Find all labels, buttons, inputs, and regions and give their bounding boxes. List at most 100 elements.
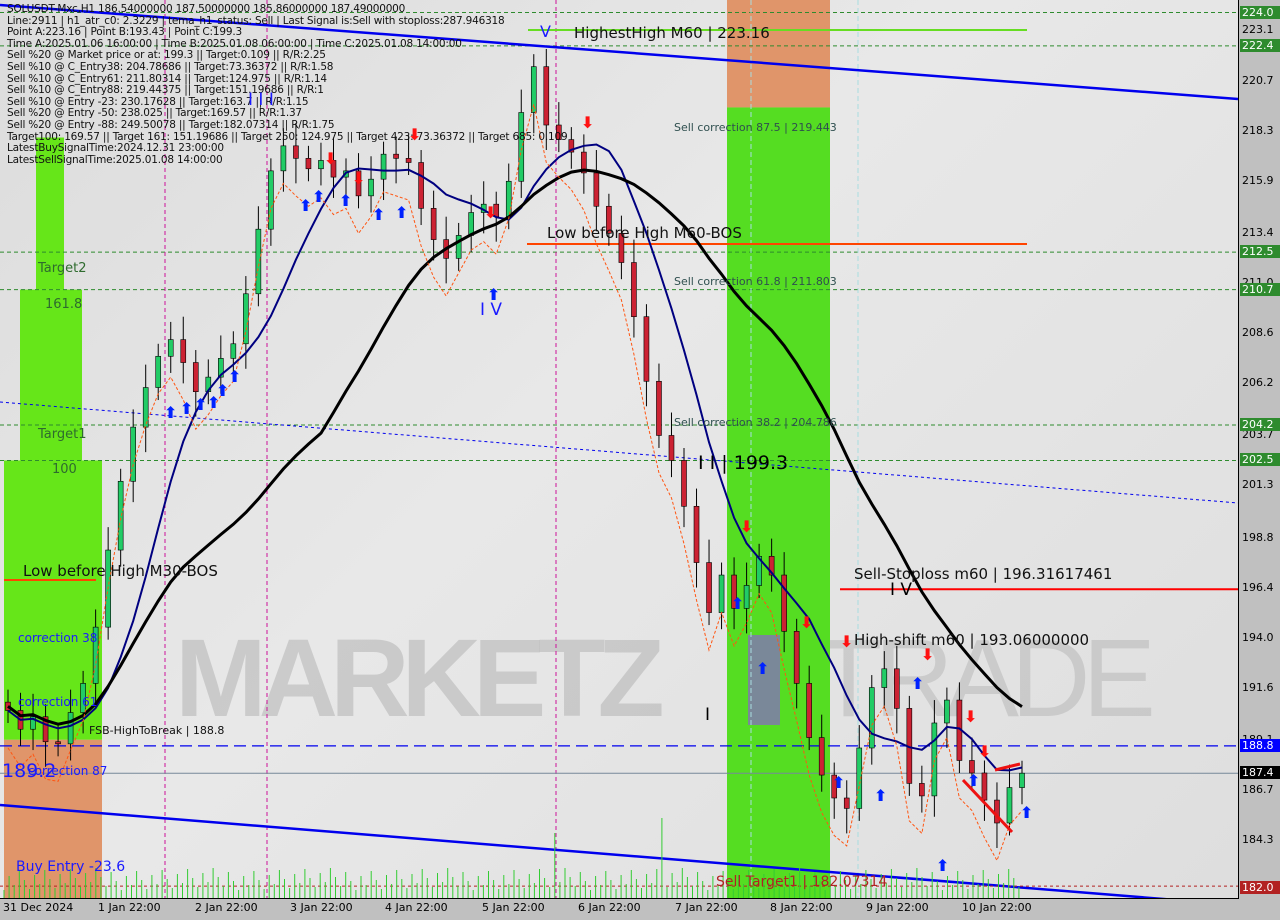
candle-body (505, 180, 512, 217)
buy-arrow-icon: ⬆ (339, 191, 352, 210)
candle-body (230, 343, 237, 359)
buy-arrow-icon: ⬆ (1020, 803, 1033, 822)
candle-body (681, 460, 687, 507)
candle-body (167, 339, 174, 357)
buy-arrow-icon: ⬆ (372, 205, 385, 224)
wave-i-label: I (705, 705, 711, 725)
info-line: LatestSellSignalTime:2025.01.08 14:00:00 (7, 153, 223, 166)
y-tick-label: 220.7 (1242, 74, 1274, 88)
candle-body (543, 66, 550, 126)
sell-arrow-icon: ⬇ (581, 113, 594, 132)
low-before-high-m30-label: Low before High M30-BOS (23, 562, 218, 580)
x-tick-label: 7 Jan 22:00 (675, 901, 738, 914)
buy-arrow-icon: ⬆ (395, 203, 408, 222)
candle-body (380, 153, 387, 180)
price-tag: 224.0 (1240, 5, 1280, 19)
candle-body (130, 426, 136, 482)
candle-body (368, 178, 374, 197)
price-tag: 222.4 (1240, 38, 1280, 52)
sell-arrow-icon: ⬇ (352, 169, 365, 188)
price-axis[interactable]: 223.1220.7218.3215.9213.4211.0208.6206.2… (1239, 0, 1280, 898)
candle-body (243, 293, 249, 345)
candle-body (944, 699, 950, 724)
point-c-label: I I | 199.3 (698, 452, 789, 474)
y-tick-label: 206.2 (1242, 376, 1274, 390)
chart-plot-area[interactable]: MARKETZ TRADE ⬆ ⬆ ⬆ ⬆ ⬆ ⬆ ⬆ ⬆ ⬆ ⬆ ⬆ ⬆ ⬆ ⬆ ⬆ ⬆ ⬆ ⬆ ⬆ ⬆ ⬇ ⬇ ⬇ ⬇ ⬇ ⬇… (0, 0, 1239, 899)
y-tick-label: 184.3 (1242, 832, 1274, 846)
candle-body (255, 228, 262, 295)
sell-arrow-icon: ⬇ (484, 203, 497, 222)
buy-arrow-icon: ⬆ (180, 399, 193, 418)
candle-body (931, 722, 938, 797)
gray-box (748, 635, 780, 725)
y-tick-label: 194.0 (1242, 630, 1274, 644)
candle-body (55, 741, 61, 745)
y-tick-label: 186.7 (1242, 782, 1274, 796)
x-tick-label: 5 Jan 22:00 (482, 901, 545, 914)
y-tick-label: 201.3 (1242, 478, 1274, 492)
sell-zone-orange (727, 0, 830, 108)
price-tag: 212.5 (1240, 245, 1280, 259)
x-tick-label: 9 Jan 22:00 (866, 901, 929, 914)
sell-correction-87-label: Sell correction 87.5 | 219.443 (674, 121, 837, 134)
candle-body (656, 380, 662, 436)
candle-body (793, 631, 800, 684)
candle-body (67, 712, 74, 745)
price-tag: 187.4 (1240, 766, 1280, 780)
y-tick-label: 215.9 (1242, 174, 1274, 188)
candle-body (468, 212, 474, 236)
candle-body (868, 687, 875, 749)
buy-arrow-icon: ⬆ (936, 856, 949, 875)
wave-iv-2-label: I V (890, 580, 913, 600)
candle-body (693, 505, 700, 563)
buy-arrow-icon: ⬆ (164, 403, 177, 422)
x-tick-label: 2 Jan 22:00 (195, 901, 258, 914)
info-line: Sell %20 @ Entry -88: 249.50078 || Targe… (7, 119, 335, 131)
buy-arrow-icon: ⬆ (312, 187, 325, 206)
buy-arrow-icon: ⬆ (194, 395, 207, 414)
time-axis[interactable]: 31 Dec 2024 1 Jan 22:00 2 Jan 22:00 3 Jan 2… (0, 899, 1280, 920)
candle-body (843, 797, 850, 809)
candle-body (305, 158, 312, 170)
price-tag: 182.0 (1240, 880, 1280, 894)
buy-arrow-icon: ⬆ (874, 786, 887, 805)
candle-body (405, 158, 412, 163)
candle-body (981, 772, 988, 801)
buy-arrow-icon: ⬆ (967, 771, 980, 790)
candle-body (268, 170, 274, 230)
target1-label: Target1 (38, 427, 87, 442)
high-shift-label: High-shift m60 | 193.06000000 (854, 631, 1090, 649)
candle-body (631, 262, 637, 317)
sell-arrow-icon: ⬇ (800, 613, 813, 632)
buy-entry-label: Buy Entry -23.6 (16, 859, 126, 875)
price-tag: 202.5 (1240, 453, 1280, 467)
x-tick-label: 31 Dec 2024 (3, 901, 74, 914)
candle-body (881, 668, 888, 688)
sell-arrow-icon: ⬇ (978, 742, 991, 761)
candle-body (180, 339, 187, 363)
sell-arrow-icon: ⬇ (840, 632, 853, 651)
candle-body (142, 387, 149, 428)
candle-body (393, 153, 399, 159)
sell-correction-61-label: Sell correction 61.8 | 211.803 (674, 275, 837, 288)
fib-100-label: 100 (52, 462, 77, 477)
target2-label: Target2 (38, 261, 87, 276)
x-tick-label: 10 Jan 22:00 (962, 901, 1032, 914)
candle-body (919, 783, 925, 797)
price-tag: 204.2 (1240, 418, 1280, 432)
x-tick-label: 3 Jan 22:00 (290, 901, 353, 914)
candle-body (318, 160, 324, 170)
buy-arrow-icon: ⬆ (228, 367, 241, 386)
price-tag: 188.8 (1240, 738, 1280, 752)
sell-zone-green (727, 107, 830, 898)
candle-body (593, 172, 600, 207)
candle-body (1006, 787, 1013, 824)
candle-body (643, 316, 650, 382)
candle-body (781, 574, 787, 632)
candle-body (280, 145, 287, 172)
x-tick-label: 4 Jan 22:00 (385, 901, 448, 914)
candle-body (430, 208, 437, 240)
info-line: SOLUSDT-Mxc,H1 186.54000000 187.50000000… (7, 3, 406, 15)
fsb-label: FSB-HighToBreak | 188.8 (89, 724, 225, 737)
x-tick-label: 1 Jan 22:00 (98, 901, 161, 914)
